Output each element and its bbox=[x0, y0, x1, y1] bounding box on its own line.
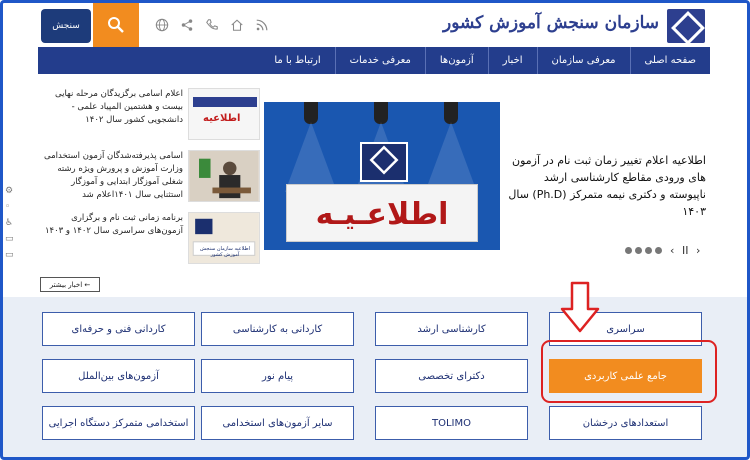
light-beam bbox=[285, 122, 337, 192]
tile-kardani-karshenasi[interactable]: کاردانی به کارشناسی bbox=[201, 312, 354, 346]
thumb-label: اطلاعیه bbox=[203, 113, 241, 124]
nav-item-services[interactable]: معرفی خدمات bbox=[334, 47, 425, 74]
home-icon[interactable] bbox=[228, 16, 245, 33]
slider-dot[interactable] bbox=[645, 247, 652, 254]
slider-dot[interactable] bbox=[625, 247, 632, 254]
tile-central-employment[interactable]: استخدامی متمرکز دستگاه اجرایی bbox=[42, 406, 195, 440]
search-button[interactable] bbox=[93, 3, 139, 47]
side-toolbar: ⚙ ◦ ♿ ▭ ▭ bbox=[3, 180, 17, 290]
lamp-icon bbox=[374, 102, 388, 124]
slider-caption[interactable]: اطلاعیه اعلام تغییر زمان ثبت نام در آزمو… bbox=[506, 152, 706, 220]
news-item[interactable]: اطلاعیه اعلام اسامی برگزیدگان مرحله نهای… bbox=[40, 88, 260, 146]
nav-item-contact[interactable]: ارتباط با ما bbox=[260, 47, 334, 74]
lamp-icon bbox=[304, 102, 318, 124]
rss-icon[interactable] bbox=[253, 16, 270, 33]
globe-icon[interactable] bbox=[153, 16, 170, 33]
tile-tolimo[interactable]: TOLIMO bbox=[375, 406, 528, 440]
header: سازمان سنجش آموزش کشور سنجش bbox=[3, 3, 747, 47]
tile-payam-noor[interactable]: پیام نور bbox=[201, 359, 354, 393]
side-icon[interactable]: ◦ bbox=[5, 202, 15, 212]
person-photo-icon bbox=[189, 151, 259, 201]
site-logo-text[interactable]: سازمان سنجش آموزش کشور bbox=[443, 13, 659, 33]
top-icon-bar bbox=[153, 16, 270, 33]
nav-item-exams[interactable]: آزمون‌ها bbox=[424, 47, 488, 74]
news-thumbnail[interactable] bbox=[188, 150, 260, 202]
tile-arshad[interactable]: کارشناسی ارشد bbox=[375, 312, 528, 346]
notice-sign: اطلاعـیـه bbox=[286, 184, 478, 242]
sanjesh-logo-icon bbox=[360, 142, 408, 182]
slider-prev-button[interactable]: ‹ bbox=[670, 244, 674, 257]
tile-international[interactable]: آزمون‌های بین‌الملل bbox=[42, 359, 195, 393]
more-news-button[interactable]: اخبار بیشتر ← bbox=[40, 277, 100, 292]
news-title[interactable]: برنامه زمانی ثبت نام و برگزاری آزمون‌های… bbox=[40, 212, 183, 238]
news-title[interactable]: اعلام اسامی برگزیدگان مرحله نهایی بیست و… bbox=[40, 88, 183, 127]
tile-jame-elmi[interactable]: جامع علمی کاربردی bbox=[549, 359, 702, 393]
side-icon[interactable]: ▭ bbox=[5, 234, 15, 244]
slider-next-button[interactable]: › bbox=[696, 244, 700, 257]
tile-doctora[interactable]: دکترای تخصصی bbox=[375, 359, 528, 393]
nav-item-news[interactable]: اخبار bbox=[487, 47, 537, 74]
search-icon bbox=[108, 17, 124, 33]
tile-talents[interactable]: استعدادهای درخشان bbox=[549, 406, 702, 440]
news-item[interactable]: اسامی پذیرفته‌شدگان آزمون استخدامی وزارت… bbox=[40, 150, 260, 208]
nav-item-about[interactable]: معرفی سازمان bbox=[536, 47, 630, 74]
slider-dot[interactable] bbox=[655, 247, 662, 254]
slider-dot[interactable] bbox=[635, 247, 642, 254]
sanjesh-emblem-logo[interactable]: سنجش bbox=[41, 9, 91, 43]
side-icon[interactable]: ▭ bbox=[5, 250, 15, 260]
news-thumbnail[interactable]: اطلاعیه سازمان سنجش آموزش کشور bbox=[188, 212, 260, 264]
settings-icon[interactable]: ⚙ bbox=[5, 186, 15, 196]
slider-image[interactable]: اطلاعـیـه bbox=[264, 102, 500, 250]
lamp-icon bbox=[444, 102, 458, 124]
news-thumbnail[interactable]: اطلاعیه bbox=[188, 88, 260, 140]
slider-pause-button[interactable]: II bbox=[682, 244, 689, 257]
slider-dots bbox=[625, 247, 662, 254]
sign-text: اطلاعـیـه bbox=[315, 197, 449, 232]
down-arrow-annotation-icon bbox=[560, 281, 600, 333]
tile-other-employment[interactable]: سایر آزمون‌های استخدامی bbox=[201, 406, 354, 440]
share-icon[interactable] bbox=[178, 16, 195, 33]
thumb-decor bbox=[193, 97, 257, 107]
nav-item-home[interactable]: صفحه اصلی bbox=[629, 47, 710, 74]
news-title[interactable]: اسامی پذیرفته‌شدگان آزمون استخدامی وزارت… bbox=[40, 150, 183, 202]
tile-kardani-fanni[interactable]: کاردانی فنی و حرفه‌ای bbox=[42, 312, 195, 346]
news-item[interactable]: اطلاعیه سازمان سنجش آموزش کشور برنامه زم… bbox=[40, 212, 260, 270]
sanjesh-logo-icon[interactable] bbox=[667, 9, 705, 43]
accessibility-icon[interactable]: ♿ bbox=[5, 218, 15, 228]
main-nav: صفحه اصلی معرفی سازمان اخبار آزمون‌ها مع… bbox=[38, 47, 710, 74]
light-beam bbox=[425, 122, 477, 192]
phone-icon[interactable] bbox=[203, 16, 220, 33]
thumb-label: اطلاعیه سازمان سنجش آموزش کشور bbox=[199, 246, 250, 258]
